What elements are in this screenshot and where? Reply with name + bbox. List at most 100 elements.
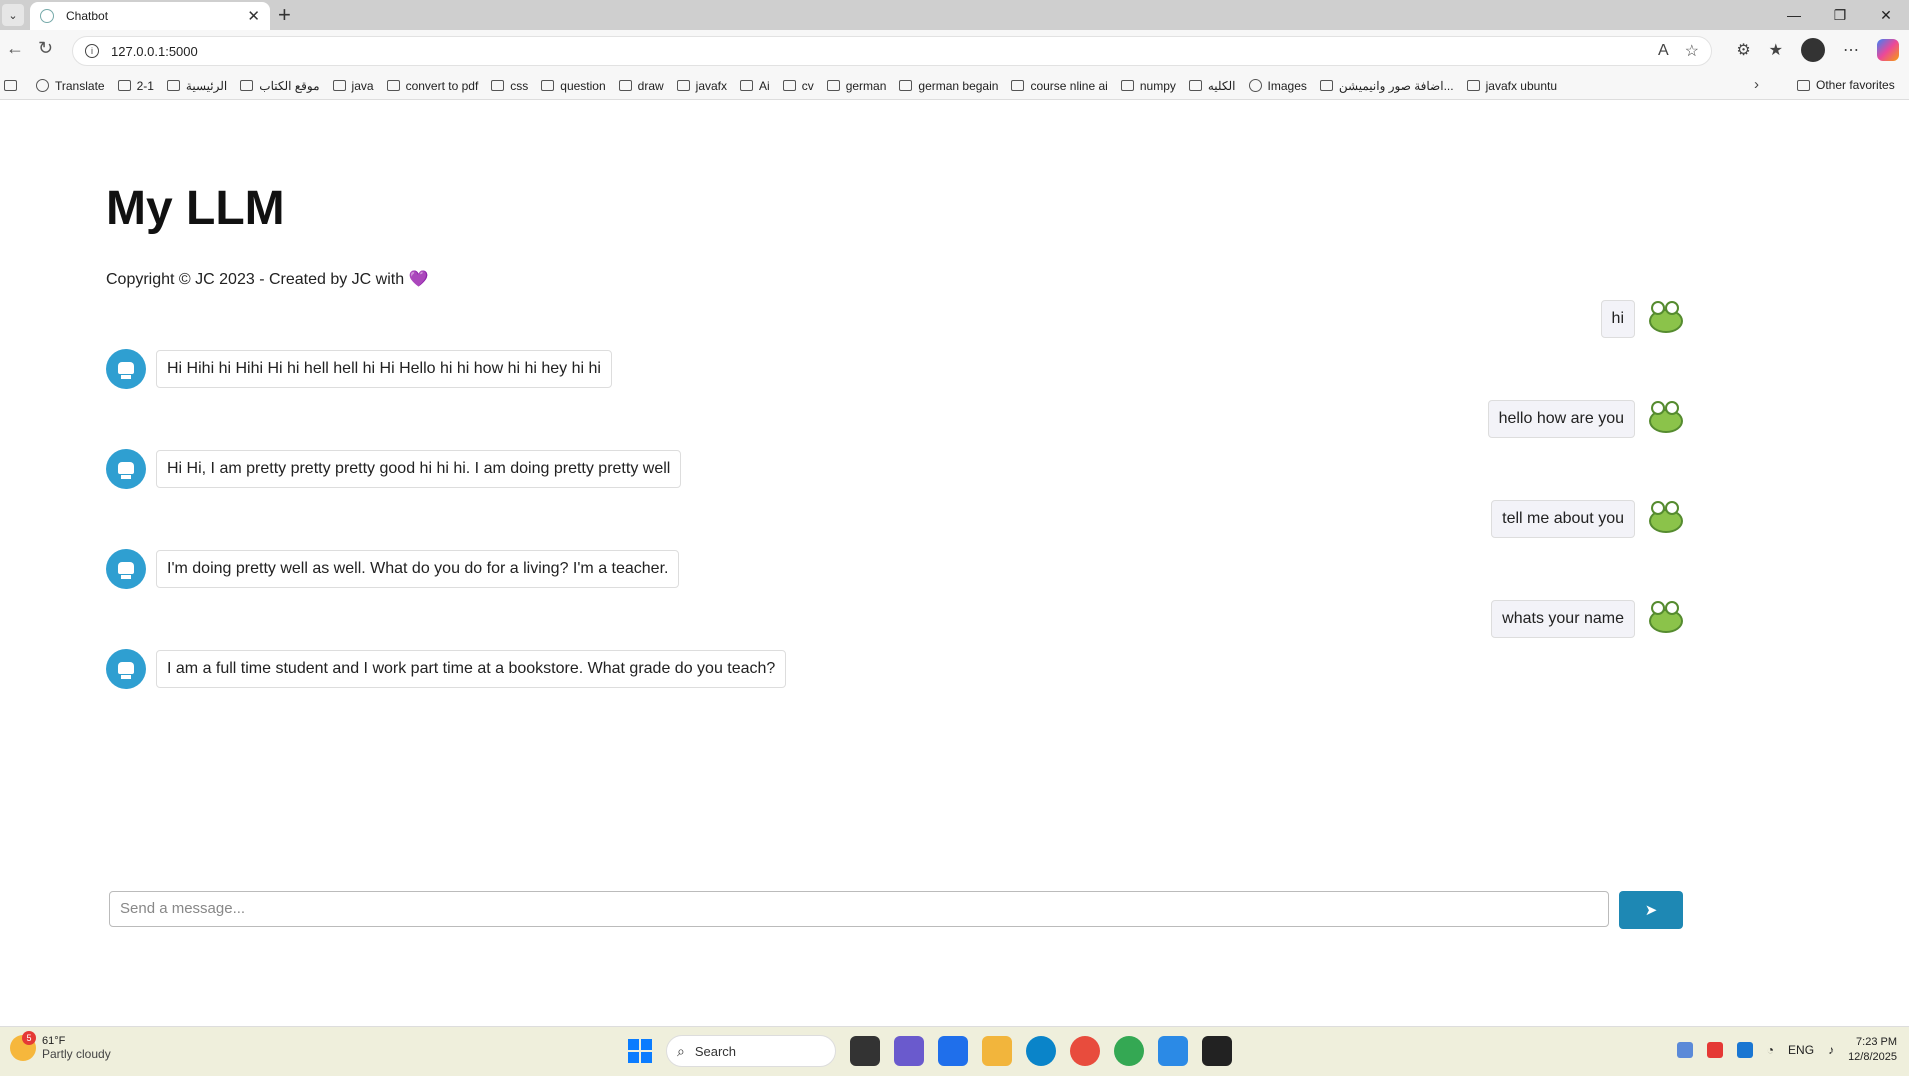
folder-icon <box>1120 80 1134 91</box>
read-aloud-icon[interactable]: A <box>1658 42 1669 60</box>
favorites-icon[interactable]: ★ <box>1769 40 1783 60</box>
url-text[interactable]: 127.0.0.1:5000 <box>111 44 1642 59</box>
folder-icon <box>1319 80 1333 91</box>
bookmark-javafx-ubuntu[interactable]: javafx ubuntu <box>1466 79 1557 93</box>
user-message: hello how are you <box>1487 399 1685 439</box>
message-input[interactable] <box>109 891 1609 927</box>
favorite-star-icon[interactable]: ☆ <box>1685 41 1699 61</box>
bookmark-java[interactable]: java <box>332 79 374 93</box>
copilot-icon[interactable] <box>1877 39 1899 61</box>
bookmark-draw[interactable]: draw <box>618 79 664 93</box>
globe-icon <box>1248 79 1262 92</box>
tab-list-chevron-icon[interactable]: ⌄ <box>2 4 24 26</box>
bookmark-images[interactable]: Images <box>1248 79 1307 93</box>
bookmarks-bar: Translate 2-1 الرئيسية موقع الكتاب java … <box>0 72 1909 100</box>
tray-sync-icon[interactable] <box>1736 1042 1753 1058</box>
restore-icon[interactable]: ❐ <box>1817 0 1863 30</box>
file-app-icon[interactable] <box>850 1036 880 1066</box>
extensions-icon[interactable]: ⚙ <box>1736 40 1750 60</box>
terminal-icon[interactable] <box>1202 1036 1232 1066</box>
start-windows-icon[interactable] <box>628 1039 652 1063</box>
folder-icon <box>1011 80 1025 91</box>
bookmark-cv[interactable]: cv <box>782 79 814 93</box>
folder-icon <box>117 80 131 91</box>
bookmark-home-ar[interactable]: الرئيسية <box>166 79 227 93</box>
bot-message: I'm doing pretty well as well. What do y… <box>106 549 680 589</box>
folder-icon <box>826 80 840 91</box>
bot-message-bubble: Hi Hihi hi Hihi Hi hi hell hell hi Hi He… <box>156 350 612 388</box>
weather-badge: 5 <box>22 1031 36 1045</box>
folder-icon <box>676 80 690 91</box>
back-arrow-icon[interactable]: ← <box>6 38 24 59</box>
edge-browser-icon[interactable] <box>1026 1036 1056 1066</box>
bookmark-add-images[interactable]: اضافة صور وانيميشن... <box>1319 79 1454 93</box>
weather-widget[interactable]: 5 61°F Partly cloudy <box>10 1031 111 1061</box>
bookmark-javafx[interactable]: javafx <box>676 79 727 93</box>
folder-icon <box>1797 79 1810 91</box>
bookmark-2-1[interactable]: 2-1 <box>117 79 154 93</box>
minimize-icon[interactable]: — <box>1771 0 1817 30</box>
bookmark-convert-pdf[interactable]: convert to pdf <box>386 79 478 93</box>
ms-store-icon[interactable] <box>938 1036 968 1066</box>
chrome-icon[interactable] <box>1070 1036 1100 1066</box>
bookmark-college[interactable]: الكليه <box>1188 79 1236 93</box>
system-tray: ◔ ENG ♪ 7:23 PM 12/8/2025 <box>1676 1035 1897 1065</box>
send-button[interactable]: ➤ <box>1619 891 1683 929</box>
bot-message-bubble: I am a full time student and I work part… <box>156 650 787 688</box>
more-menu-icon[interactable]: ⋯ <box>1843 40 1859 60</box>
site-info-icon[interactable]: i <box>85 44 99 58</box>
bookmark-course-ai[interactable]: course nline ai <box>1011 79 1108 93</box>
bookmark-numpy[interactable]: numpy <box>1120 79 1176 93</box>
wifi-icon[interactable]: ◔ <box>1767 1043 1774 1057</box>
tray-app-icon[interactable] <box>1676 1042 1693 1058</box>
folder-icon <box>618 80 632 91</box>
bot-robot-avatar-icon <box>106 349 146 389</box>
other-favorites[interactable]: Other favorites <box>1797 78 1895 92</box>
user-message: whats your name <box>1491 599 1685 639</box>
chrome-profile-icon[interactable] <box>1114 1036 1144 1066</box>
bookmarks-overflow-chevron-icon[interactable]: › <box>1754 76 1759 93</box>
toolbar-icons: ⚙ ★ ⋯ <box>1736 38 1899 62</box>
bookmark-book-site[interactable]: موقع الكتاب <box>240 79 320 93</box>
user-message-bubble: tell me about you <box>1491 500 1635 538</box>
bookmark-question[interactable]: question <box>541 79 606 93</box>
file-explorer-icon[interactable] <box>982 1036 1012 1066</box>
taskbar-clock[interactable]: 7:23 PM 12/8/2025 <box>1848 1035 1897 1065</box>
folder-icon <box>1466 80 1480 91</box>
chatbot-page: My LLM Copyright © JC 2023 - Created by … <box>0 101 1909 1025</box>
user-frog-avatar-icon <box>1645 599 1685 639</box>
folder-icon <box>740 80 754 91</box>
bookmark-css[interactable]: css <box>491 79 528 93</box>
bookmark-german-begain[interactable]: german begain <box>899 79 998 93</box>
browser-tab-chatbot[interactable]: Chatbot ✕ <box>30 2 270 30</box>
new-tab-plus-icon[interactable]: + <box>278 2 291 28</box>
store-app-icon[interactable] <box>894 1036 924 1066</box>
bot-message: I am a full time student and I work part… <box>106 649 787 689</box>
user-message-bubble: hello how are you <box>1487 400 1635 438</box>
bookmark-german[interactable]: german <box>826 79 886 93</box>
tray-app-icon[interactable] <box>1706 1042 1723 1058</box>
bot-message: Hi Hi, I am pretty pretty pretty good hi… <box>106 449 682 489</box>
weather-sun-icon: 5 <box>10 1031 36 1061</box>
heart-icon: 💜 <box>408 271 429 288</box>
user-frog-avatar-icon <box>1645 499 1685 539</box>
volume-icon[interactable]: ♪ <box>1828 1043 1834 1057</box>
folder-icon <box>240 80 254 91</box>
bookmark-ai[interactable]: Ai <box>740 79 770 93</box>
bookmark-translate[interactable]: Translate <box>36 79 105 93</box>
folder-icon <box>541 80 555 91</box>
close-tab-icon[interactable]: ✕ <box>247 7 260 25</box>
reload-icon[interactable]: ↻ <box>38 38 53 59</box>
taskbar-search[interactable]: ⌕ Search <box>666 1035 836 1067</box>
address-bar[interactable]: i 127.0.0.1:5000 A ☆ <box>72 36 1712 66</box>
weather-temp: 61°F <box>42 1035 66 1047</box>
taskbar-apps: ⌕ Search <box>628 1035 1232 1067</box>
globe-icon <box>36 79 49 92</box>
close-window-icon[interactable]: ✕ <box>1863 0 1909 30</box>
folder-icon <box>782 80 796 91</box>
reading-list-icon[interactable] <box>4 80 23 91</box>
user-frog-avatar-icon <box>1645 399 1685 439</box>
language-indicator[interactable]: ENG <box>1788 1043 1814 1057</box>
vscode-icon[interactable] <box>1158 1036 1188 1066</box>
profile-avatar[interactable] <box>1801 38 1825 62</box>
